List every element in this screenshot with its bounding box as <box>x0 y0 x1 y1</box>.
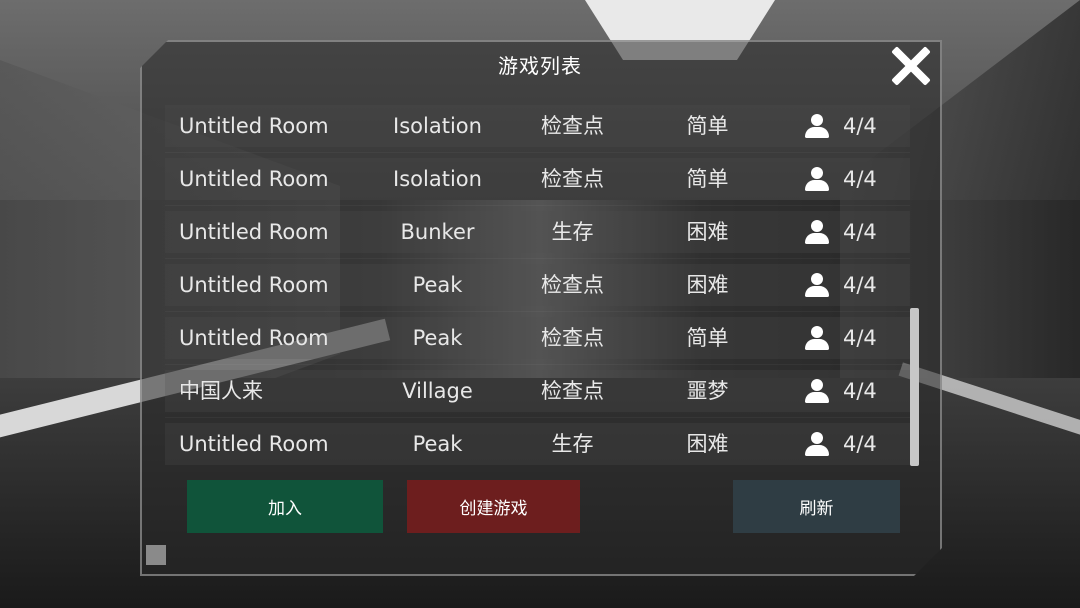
room-difficulty: 噩梦 <box>686 379 729 403</box>
room-name: 中国人来 <box>179 379 263 403</box>
user-icon <box>805 273 829 297</box>
room-difficulty: 简单 <box>686 114 729 138</box>
room-name: Untitled Room <box>179 432 329 456</box>
player-count: 4/4 <box>843 326 877 350</box>
room-list[interactable]: Untitled Room Isolation 检查点 简单 4/4 Untit… <box>165 100 910 468</box>
room-difficulty: 简单 <box>686 326 729 350</box>
room-row[interactable]: 中国人来 Village 检查点 噩梦 4/4 <box>165 365 910 418</box>
corner-marker <box>146 545 166 565</box>
room-difficulty: 困难 <box>686 432 729 456</box>
room-name: Untitled Room <box>179 220 329 244</box>
user-icon <box>805 220 829 244</box>
room-row[interactable]: Untitled Room Peak 生存 困难 4/4 <box>165 418 910 468</box>
list-scrollbar[interactable] <box>910 308 919 466</box>
room-mode: 生存 <box>551 220 594 244</box>
create-game-button[interactable]: 创建游戏 <box>407 480 580 533</box>
room-mode: 检查点 <box>541 379 604 403</box>
user-icon <box>805 379 829 403</box>
room-mode: 检查点 <box>541 114 604 138</box>
room-map: Peak <box>412 432 463 456</box>
room-map: Village <box>402 379 473 403</box>
room-map: Isolation <box>393 167 482 191</box>
player-count: 4/4 <box>843 167 877 191</box>
room-mode: 生存 <box>551 432 594 456</box>
room-difficulty: 简单 <box>686 167 729 191</box>
user-icon <box>805 432 829 456</box>
room-difficulty: 困难 <box>686 273 729 297</box>
join-button[interactable]: 加入 <box>187 480 383 533</box>
player-count: 4/4 <box>843 273 877 297</box>
room-mode: 检查点 <box>541 326 604 350</box>
room-row[interactable]: Untitled Room Isolation 检查点 简单 4/4 <box>165 100 910 153</box>
room-name: Untitled Room <box>179 326 329 350</box>
room-row[interactable]: Untitled Room Bunker 生存 困难 4/4 <box>165 206 910 259</box>
player-count: 4/4 <box>843 432 877 456</box>
room-difficulty: 困难 <box>686 220 729 244</box>
room-mode: 检查点 <box>541 167 604 191</box>
user-icon <box>805 167 829 191</box>
room-name: Untitled Room <box>179 273 329 297</box>
room-map: Peak <box>412 273 463 297</box>
room-map: Isolation <box>393 114 482 138</box>
room-row[interactable]: Untitled Room Isolation 检查点 简单 4/4 <box>165 153 910 206</box>
player-count: 4/4 <box>843 220 877 244</box>
refresh-button[interactable]: 刷新 <box>733 480 900 533</box>
room-row[interactable]: Untitled Room Peak 检查点 简单 4/4 <box>165 312 910 365</box>
room-map: Peak <box>412 326 463 350</box>
close-icon[interactable] <box>888 44 932 88</box>
room-name: Untitled Room <box>179 167 329 191</box>
room-row[interactable]: Untitled Room Peak 检查点 困难 4/4 <box>165 259 910 312</box>
player-count: 4/4 <box>843 114 877 138</box>
room-name: Untitled Room <box>179 114 329 138</box>
room-map: Bunker <box>400 220 475 244</box>
user-icon <box>805 114 829 138</box>
user-icon <box>805 326 829 350</box>
room-mode: 检查点 <box>541 273 604 297</box>
player-count: 4/4 <box>843 379 877 403</box>
